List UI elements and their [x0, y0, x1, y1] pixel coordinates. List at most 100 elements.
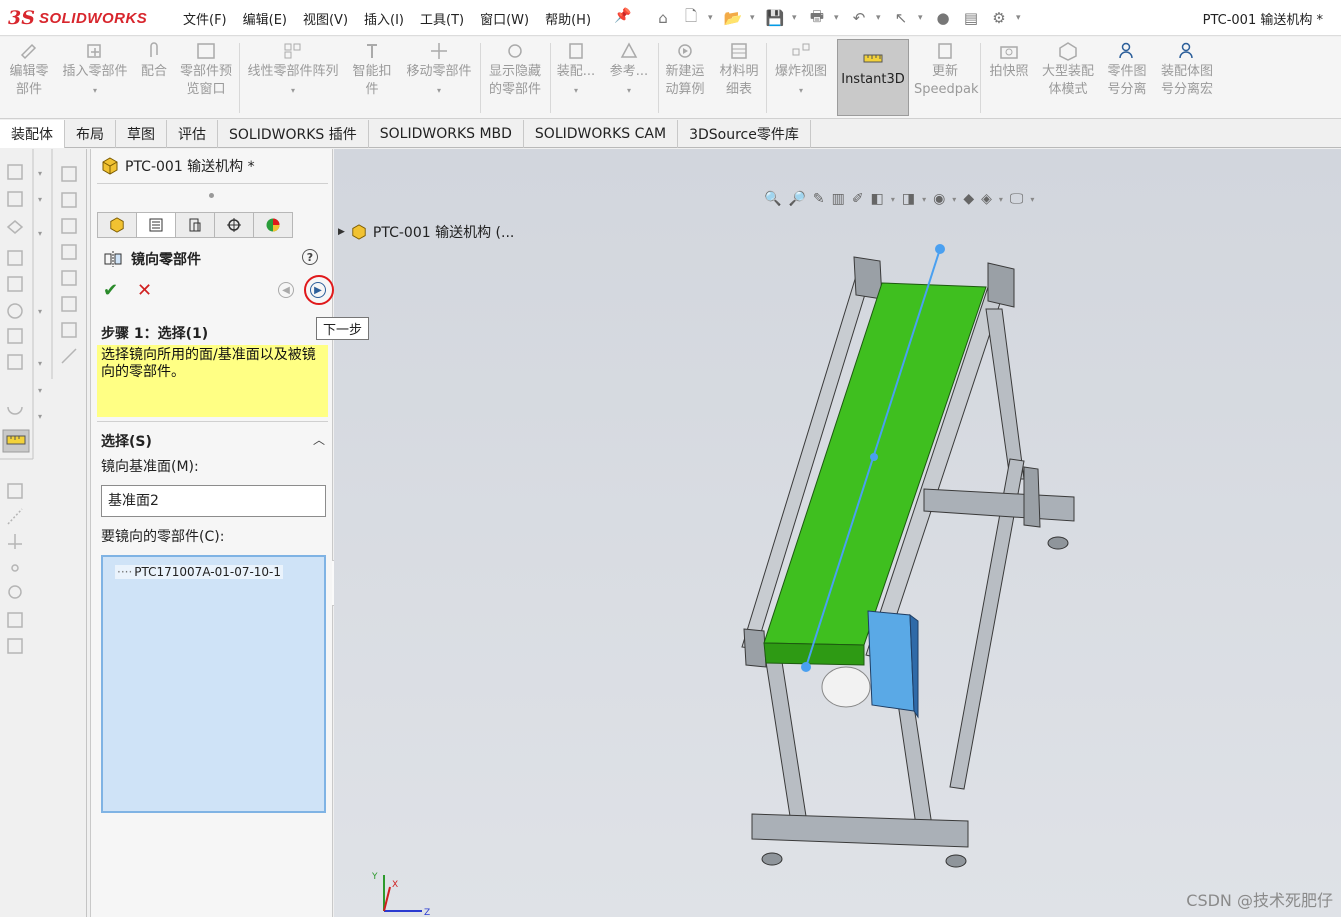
- chevron-down-icon[interactable]: ▾: [708, 13, 716, 23]
- show-hidden-components-button[interactable]: 显示隐藏 的零部件: [484, 41, 546, 99]
- chevron-down-icon[interactable]: ▾: [750, 13, 758, 23]
- chevron-down-icon[interactable]: ▾: [38, 386, 42, 395]
- solidworks-logo[interactable]: 3S SOLIDWORKS: [8, 6, 147, 30]
- components-to-mirror-list[interactable]: PTC171007A-01-07-10-1: [101, 555, 326, 813]
- toolbar-icon[interactable]: [7, 612, 23, 628]
- toolbar-icon[interactable]: [7, 328, 23, 344]
- chevron-down-icon[interactable]: ▾: [38, 412, 42, 421]
- previous-arrow-icon[interactable]: ◀: [278, 282, 294, 298]
- print-icon[interactable]: 🖶: [806, 7, 828, 29]
- drive-motor[interactable]: [821, 666, 871, 708]
- menu-edit[interactable]: 编辑(E): [243, 9, 287, 28]
- chevron-down-icon[interactable]: ▾: [38, 195, 42, 204]
- assembly-features-button[interactable]: 装配... ▾: [554, 41, 598, 100]
- help-button[interactable]: ?: [302, 249, 318, 265]
- tab-dimxpert[interactable]: [214, 212, 254, 238]
- motor-gearbox[interactable]: [867, 610, 915, 712]
- selections-heading[interactable]: 选择(S): [101, 431, 152, 451]
- plane-handle[interactable]: [870, 453, 878, 461]
- tab-solidworks-addins[interactable]: SOLIDWORKS 插件: [218, 120, 369, 148]
- menu-tools[interactable]: 工具(T): [420, 9, 464, 28]
- tab-evaluate[interactable]: 评估: [167, 120, 218, 148]
- graphics-area[interactable]: 🔍 🔎 ✎ ▥ ✐ ◧ ▾ ◨ ▾ ◉ ▾ ◆ ◈ ▾ 🖵 ▾ ▶ PTC-001 输送机…: [334, 149, 1341, 917]
- tab-solidworks-cam[interactable]: SOLIDWORKS CAM: [524, 120, 679, 148]
- toolbar-icon[interactable]: [6, 220, 24, 234]
- chevron-down-icon[interactable]: ▾: [918, 13, 926, 23]
- toolbar-icon[interactable]: [8, 585, 22, 599]
- chevron-down-icon[interactable]: ▾: [834, 13, 842, 23]
- home-icon[interactable]: ⌂: [652, 7, 674, 29]
- chevron-down-icon[interactable]: ▾: [38, 359, 42, 368]
- toolbar-icon[interactable]: [7, 638, 23, 654]
- select-cursor-icon[interactable]: ↖: [890, 7, 912, 29]
- toolbar-icon[interactable]: [7, 354, 23, 370]
- tab-display-manager[interactable]: [253, 212, 293, 238]
- toolbar-icon[interactable]: [61, 192, 77, 208]
- chevron-down-icon[interactable]: ▾: [574, 86, 578, 95]
- plane-handle[interactable]: [935, 244, 945, 254]
- mirror-plane-field[interactable]: 基准面2: [101, 485, 326, 517]
- conveyor-model[interactable]: [334, 149, 1341, 917]
- chevron-down-icon[interactable]: ▾: [876, 13, 884, 23]
- part-drawing-number-sep-button[interactable]: 零件图 号分离: [1102, 41, 1152, 99]
- tab-property-manager[interactable]: [136, 212, 176, 238]
- pin-icon[interactable]: 📌: [614, 8, 631, 24]
- tab-layout[interactable]: 布局: [65, 120, 116, 148]
- rebuild-icon[interactable]: ●: [932, 7, 954, 29]
- component-preview-button[interactable]: 零部件预 览窗口: [176, 41, 236, 99]
- chevron-down-icon[interactable]: ▾: [799, 86, 803, 95]
- splitter-dot[interactable]: [209, 193, 214, 198]
- file-properties-icon[interactable]: ▤: [960, 7, 982, 29]
- toolbar-icon[interactable]: [7, 406, 23, 415]
- bill-of-materials-button[interactable]: 材料明 细表: [715, 41, 763, 99]
- menu-help[interactable]: 帮助(H): [545, 9, 591, 28]
- chevron-down-icon[interactable]: ▾: [1016, 13, 1024, 23]
- chevron-down-icon[interactable]: ▾: [627, 86, 631, 95]
- menu-file[interactable]: 文件(F): [183, 9, 227, 28]
- edit-component-button[interactable]: 编辑零 部件: [6, 41, 52, 99]
- toolbar-icon[interactable]: [7, 303, 23, 319]
- chevron-down-icon[interactable]: ▾: [38, 307, 42, 316]
- smart-fasteners-button[interactable]: 智能扣 件: [348, 41, 396, 99]
- toolbar-icon[interactable]: [8, 534, 22, 549]
- undo-icon[interactable]: ↶: [848, 7, 870, 29]
- reference-geometry-button[interactable]: 参考... ▾: [604, 41, 654, 100]
- toolbar-icon[interactable]: [61, 244, 77, 260]
- menu-window[interactable]: 窗口(W): [480, 9, 529, 28]
- linear-pattern-button[interactable]: 线性零部件阵列 ▾: [242, 41, 344, 100]
- chevron-down-icon[interactable]: ▾: [792, 13, 800, 23]
- toolbar-icon[interactable]: [61, 348, 77, 364]
- move-component-button[interactable]: 移动零部件 ▾: [402, 41, 476, 100]
- toolbar-icon[interactable]: [7, 483, 23, 499]
- chevron-down-icon[interactable]: ▾: [38, 169, 42, 178]
- list-item[interactable]: PTC171007A-01-07-10-1: [115, 565, 284, 579]
- new-motion-study-button[interactable]: 新建运 动算例: [661, 41, 709, 99]
- assembly-drawing-number-sep-button[interactable]: 装配体图 号分离宏: [1156, 41, 1218, 99]
- menu-insert[interactable]: 插入(I): [364, 9, 404, 28]
- insert-components-button[interactable]: 插入零部件 ▾: [58, 41, 132, 100]
- toolbar-icon[interactable]: [7, 191, 23, 207]
- chevron-down-icon[interactable]: ▾: [93, 86, 97, 95]
- tab-3dsource-library[interactable]: 3DSource零件库: [678, 120, 811, 148]
- tab-assembly[interactable]: 装配体: [0, 120, 65, 148]
- menu-view[interactable]: 视图(V): [303, 9, 348, 28]
- tab-configuration-manager[interactable]: [175, 212, 215, 238]
- toolbar-icon[interactable]: [61, 270, 77, 286]
- toolbar-icon[interactable]: [61, 322, 77, 338]
- toolbar-icon[interactable]: [7, 164, 23, 180]
- toolbar-icon[interactable]: [61, 166, 77, 182]
- conveyor-belt[interactable]: [763, 282, 987, 646]
- exploded-view-button[interactable]: 爆炸视图 ▾: [770, 41, 832, 100]
- tab-feature-manager[interactable]: [97, 212, 137, 238]
- toolbar-icon[interactable]: [11, 564, 19, 572]
- save-icon[interactable]: 💾: [764, 7, 786, 29]
- ok-checkmark-icon[interactable]: ✔: [103, 280, 118, 301]
- toolbar-icon[interactable]: [61, 296, 77, 312]
- update-speedpak-button[interactable]: 更新 Speedpak: [914, 41, 979, 99]
- instant3d-button[interactable]: Instant3D: [837, 39, 909, 116]
- toolbar-icon[interactable]: [7, 276, 23, 292]
- options-gear-icon[interactable]: ⚙: [988, 7, 1010, 29]
- new-document-icon[interactable]: 🗋: [680, 7, 702, 29]
- collapse-chevron-up-icon[interactable]: ︿: [313, 431, 325, 448]
- toolbar-icon[interactable]: [7, 508, 23, 525]
